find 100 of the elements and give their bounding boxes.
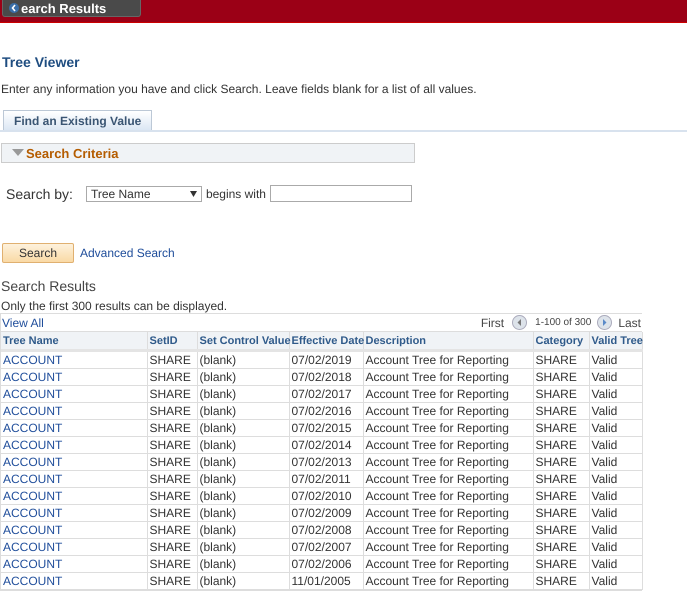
table-cell: (blank): [197, 420, 289, 436]
table-cell: 07/02/2013: [289, 454, 363, 470]
table-cell: SHARE: [147, 386, 197, 402]
search-criteria-header[interactable]: Search Criteria: [1, 143, 415, 163]
column-header[interactable]: Description: [363, 332, 533, 350]
table-cell: SHARE: [147, 556, 197, 572]
table-cell: 07/02/2007: [289, 538, 363, 556]
previous-icon[interactable]: [512, 315, 528, 330]
table-cell: Account Tree for Reporting: [363, 572, 533, 590]
table-cell: SHARE: [533, 522, 589, 538]
table-cell: 07/02/2008: [289, 522, 363, 538]
tree-name-link[interactable]: ACCOUNT: [1, 504, 147, 522]
last-link[interactable]: Last: [618, 316, 641, 330]
table-cell: SHARE: [147, 538, 197, 556]
tree-name-link[interactable]: ACCOUNT: [1, 470, 147, 488]
table-cell: 07/02/2017: [289, 386, 363, 402]
column-header[interactable]: Category: [533, 332, 589, 350]
table-cell: Account Tree for Reporting: [363, 368, 533, 386]
table-cell: Valid: [589, 470, 642, 488]
table-cell: (blank): [197, 556, 289, 572]
table-cell: SHARE: [147, 368, 197, 386]
table-cell: SHARE: [147, 454, 197, 470]
column-header[interactable]: Valid Tree: [589, 332, 642, 350]
table-cell: Account Tree for Reporting: [363, 386, 533, 402]
table-cell: SHARE: [147, 488, 197, 504]
search-button[interactable]: Search: [2, 243, 74, 263]
table-cell: Account Tree for Reporting: [363, 538, 533, 556]
tree-name-link[interactable]: ACCOUNT: [1, 572, 147, 590]
tree-name-link[interactable]: ACCOUNT: [1, 436, 147, 454]
table-cell: 07/02/2018: [289, 368, 363, 386]
view-all-link[interactable]: View All: [2, 316, 44, 330]
tree-name-link[interactable]: ACCOUNT: [1, 386, 147, 402]
table-cell: 07/02/2011: [289, 470, 363, 488]
table-cell: Valid: [589, 522, 642, 538]
table-cell: Account Tree for Reporting: [363, 454, 533, 470]
table-cell: SHARE: [147, 350, 197, 368]
tree-name-link[interactable]: ACCOUNT: [1, 538, 147, 556]
page-title: Tree Viewer: [2, 54, 81, 70]
table-cell: SHARE: [533, 572, 589, 590]
table-cell: 07/02/2014: [289, 436, 363, 454]
chevron-icon: [9, 1, 19, 15]
table-cell: Valid: [589, 488, 642, 504]
table-cell: Valid: [589, 386, 642, 402]
table-cell: Account Tree for Reporting: [363, 402, 533, 420]
search-by-label: Search by:: [6, 186, 73, 202]
results-title: Search Results: [1, 278, 97, 294]
table-cell: (blank): [197, 572, 289, 590]
table-cell: (blank): [197, 402, 289, 420]
back-button[interactable]: earch Results: [2, 0, 141, 17]
table-cell: SHARE: [533, 504, 589, 522]
table-cell: SHARE: [533, 470, 589, 488]
table-cell: SHARE: [147, 470, 197, 488]
tree-name-link[interactable]: ACCOUNT: [1, 454, 147, 470]
tree-name-link[interactable]: ACCOUNT: [1, 556, 147, 572]
next-icon[interactable]: [597, 315, 612, 330]
table-cell: SHARE: [533, 436, 589, 454]
section-title: Search Criteria: [26, 146, 118, 160]
table-cell: SHARE: [147, 504, 197, 522]
tree-name-link[interactable]: ACCOUNT: [1, 350, 147, 368]
table-cell: Valid: [589, 368, 642, 386]
table-cell: SHARE: [147, 522, 197, 538]
table-cell: Account Tree for Reporting: [363, 488, 533, 504]
table-cell: Account Tree for Reporting: [363, 556, 533, 572]
table-cell: Valid: [589, 538, 642, 556]
column-header[interactable]: Tree Name: [1, 332, 147, 350]
table-cell: Account Tree for Reporting: [363, 420, 533, 436]
table-cell: 11/01/2005: [289, 572, 363, 590]
table-cell: (blank): [197, 470, 289, 488]
table-cell: SHARE: [533, 350, 589, 368]
table-cell: SHARE: [533, 386, 589, 402]
table-cell: Account Tree for Reporting: [363, 470, 533, 488]
table-cell: 07/02/2009: [289, 504, 363, 522]
tree-name-link[interactable]: ACCOUNT: [1, 402, 147, 420]
table-cell: (blank): [197, 522, 289, 538]
column-header[interactable]: Effective Date: [289, 332, 363, 350]
table-cell: Valid: [589, 350, 642, 368]
table-cell: Account Tree for Reporting: [363, 522, 533, 538]
tree-name-link[interactable]: ACCOUNT: [1, 368, 147, 386]
table-cell: Account Tree for Reporting: [363, 350, 533, 368]
table-cell: Valid: [589, 556, 642, 572]
first-link[interactable]: First: [480, 316, 504, 330]
table-cell: SHARE: [147, 572, 197, 590]
tree-name-link[interactable]: ACCOUNT: [1, 522, 147, 538]
dropdown-icon: [190, 190, 197, 196]
search-by-dropdown[interactable]: Tree Name: [86, 186, 202, 202]
table-cell: Valid: [589, 420, 642, 436]
table-cell: (blank): [197, 350, 289, 368]
column-header[interactable]: SetID: [147, 332, 197, 350]
table-cell: SHARE: [533, 368, 589, 386]
table-cell: SHARE: [533, 488, 589, 504]
tab[interactable]: Find an Existing Value: [3, 110, 152, 130]
tree-name-link[interactable]: ACCOUNT: [1, 488, 147, 504]
table-cell: 07/02/2016: [289, 402, 363, 420]
table-cell: Account Tree for Reporting: [363, 504, 533, 522]
table-cell: 07/02/2019: [289, 350, 363, 368]
tree-name-link[interactable]: ACCOUNT: [1, 420, 147, 436]
table-cell: SHARE: [533, 556, 589, 572]
advanced-search-link[interactable]: Advanced Search: [80, 246, 175, 260]
search-input[interactable]: [270, 185, 412, 202]
column-header[interactable]: Set Control Value: [197, 332, 289, 350]
